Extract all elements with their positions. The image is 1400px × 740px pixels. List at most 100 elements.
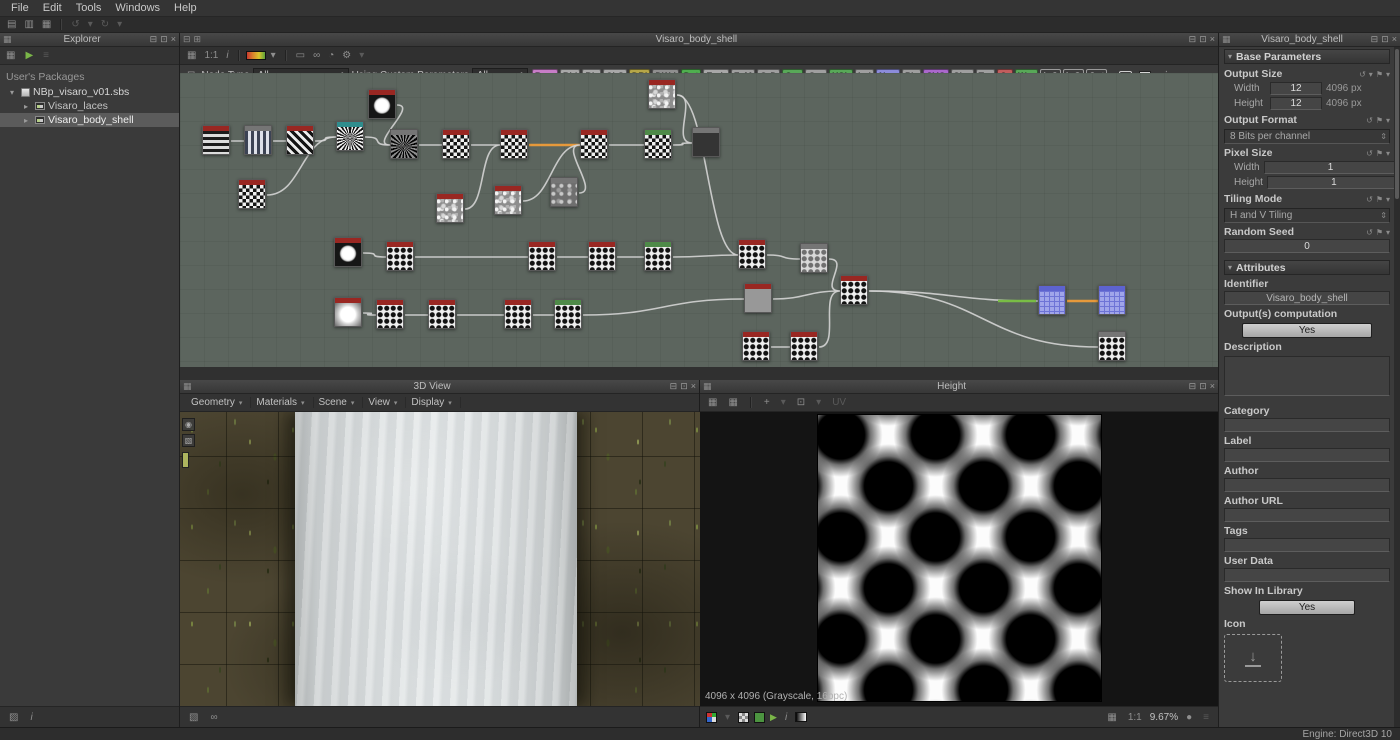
menu-help[interactable]: Help — [167, 1, 204, 15]
info-icon[interactable]: i — [782, 712, 790, 723]
dock-icon[interactable]: ⊟ — [1371, 34, 1379, 45]
dropdown-icon[interactable]: ▾ — [1386, 228, 1390, 237]
dock-icon[interactable]: ⊟ — [1189, 381, 1197, 392]
link-icon[interactable]: ∞ — [310, 50, 323, 61]
view-mode-icon[interactable]: ⊡ — [794, 397, 808, 408]
node-checker-e[interactable] — [238, 179, 266, 209]
expand-arrow-icon[interactable]: ▸ — [24, 116, 32, 125]
display-icon[interactable]: ▧ — [182, 434, 195, 447]
dock-icon[interactable]: ⊟ — [1189, 34, 1197, 45]
show-in-library-button[interactable]: Yes — [1259, 600, 1355, 615]
node-checker-diag[interactable] — [286, 125, 314, 155]
zoom-level[interactable]: 9.67% — [1150, 712, 1178, 723]
node-burst-1[interactable] — [336, 121, 364, 151]
identifier-input[interactable] — [1224, 291, 1390, 305]
dock-left-icon[interactable]: ⊟ — [183, 34, 191, 45]
close-icon[interactable]: × — [171, 34, 176, 45]
node-dots-1[interactable] — [386, 241, 414, 271]
node-dots-2[interactable] — [528, 241, 556, 271]
gear-dropdown-icon[interactable]: ▾ — [356, 50, 367, 61]
expand-arrow-icon[interactable]: ▸ — [24, 102, 32, 111]
channels-dropdown-icon[interactable]: ▾ — [722, 712, 733, 723]
dropdown-icon[interactable]: ▾ — [1386, 195, 1390, 204]
actual-size-button[interactable]: 1:1 — [1125, 712, 1145, 723]
tiling-mode-select[interactable]: H and V Tiling ⇕ — [1224, 208, 1390, 223]
explorer-link-icon[interactable]: ≡ — [40, 50, 52, 61]
menu-edit[interactable]: Edit — [36, 1, 69, 15]
node-shape-blob[interactable] — [334, 237, 362, 267]
node-levels-dark[interactable] — [692, 127, 720, 157]
frame-icon[interactable]: ▭ — [293, 50, 308, 61]
swatch-dropdown-icon[interactable]: ▾ — [268, 50, 279, 61]
label-input[interactable] — [1224, 448, 1390, 462]
undo-icon[interactable]: ↺ — [68, 19, 82, 30]
node-dots-10[interactable] — [554, 299, 582, 329]
menu3d-materials[interactable]: Materials▾ — [251, 397, 313, 408]
view2d-viewport[interactable]: 4096 x 4096 (Grayscale, 16bpc) — [700, 412, 1218, 706]
camera-icon[interactable]: ◉ — [182, 418, 195, 431]
function-icon[interactable]: ⚑ — [1376, 195, 1383, 204]
play-icon[interactable]: ▶ — [770, 712, 777, 723]
grid-snap-icon[interactable]: ▦ — [184, 50, 199, 61]
function-icon[interactable]: ⚑ — [1376, 228, 1383, 237]
node-dots-8[interactable] — [428, 299, 456, 329]
node-dots-11[interactable] — [840, 275, 868, 305]
menu3d-geometry[interactable]: Geometry▾ — [186, 397, 251, 408]
explorer-play-icon[interactable]: ▶ — [22, 50, 36, 61]
node-dots-7[interactable] — [376, 299, 404, 329]
move-dropdown-icon[interactable]: ▾ — [778, 397, 789, 408]
node-dots-4[interactable] — [644, 241, 672, 271]
view-dropdown-icon[interactable]: ▾ — [813, 397, 824, 408]
description-input[interactable] — [1224, 356, 1390, 396]
author-input[interactable] — [1224, 478, 1390, 492]
viewport-tab-marker[interactable] — [182, 452, 189, 468]
scrollbar-icon[interactable]: ≡ — [1200, 712, 1212, 723]
node-dots-13[interactable] — [790, 331, 818, 361]
dropdown-icon[interactable]: ▾ — [1369, 70, 1373, 79]
graph-tab-title[interactable]: Visaro_body_shell — [204, 34, 1189, 45]
tree-item-package[interactable]: ▾ NBp_visaro_v01.sbs — [0, 85, 179, 99]
section-attributes[interactable]: ▾ Attributes — [1224, 260, 1390, 275]
scene-icon[interactable]: ▧ — [186, 712, 201, 723]
dropdown-icon[interactable]: ▾ — [1386, 70, 1390, 79]
pixel-height-input[interactable] — [1267, 176, 1394, 189]
reset-icon[interactable]: ↺ — [1366, 116, 1373, 125]
node-output-a[interactable] — [1038, 285, 1066, 315]
node-noise-b[interactable] — [494, 185, 522, 215]
output-width-input[interactable] — [1270, 82, 1322, 95]
dock-split-icon[interactable]: ⊞ — [194, 34, 202, 45]
uv-toggle[interactable]: UV — [829, 397, 849, 408]
node-shape-round[interactable] — [334, 297, 362, 327]
link-icon[interactable]: ∞ — [207, 712, 220, 723]
node-checker-c[interactable] — [580, 129, 608, 159]
dropdown-icon[interactable]: ▾ — [1386, 149, 1390, 158]
move-tool-icon[interactable]: + — [761, 397, 773, 408]
node-checker-a[interactable] — [442, 129, 470, 159]
node-uniform-gray[interactable] — [744, 283, 772, 313]
menu3d-scene[interactable]: Scene▾ — [314, 397, 364, 408]
pseudo-color-swatch[interactable] — [246, 51, 266, 60]
node-shape-disc[interactable] — [368, 89, 396, 119]
node-dots-14[interactable] — [1098, 331, 1126, 361]
info-icon[interactable]: i — [27, 712, 35, 723]
node-dots-6[interactable] — [800, 243, 828, 273]
float-icon[interactable]: ⊡ — [1199, 34, 1207, 45]
redo-icon[interactable]: ↻ — [98, 19, 112, 30]
function-icon[interactable]: ⚑ — [1376, 70, 1383, 79]
fit-view-icon[interactable]: ▦ — [1104, 712, 1119, 723]
graph-canvas[interactable] — [180, 73, 1218, 367]
tiling-h-icon[interactable]: ▦ — [705, 397, 720, 408]
undo-dropdown-icon[interactable]: ▾ — [85, 19, 96, 30]
node-dots-5[interactable] — [738, 239, 766, 269]
timer-icon[interactable]: ◔ — [325, 50, 337, 61]
output-height-input[interactable] — [1270, 97, 1322, 110]
open-file-icon[interactable]: ▥ — [21, 19, 36, 30]
info-icon[interactable]: i — [223, 50, 231, 61]
new-file-icon[interactable]: ▤ — [4, 19, 19, 30]
node-checker-d[interactable] — [644, 129, 672, 159]
icon-drop-area[interactable]: ↓ — [1224, 634, 1282, 682]
node-output-b[interactable] — [1098, 285, 1126, 315]
menu-tools[interactable]: Tools — [69, 1, 109, 15]
reset-icon[interactable]: ↺ — [1359, 70, 1366, 79]
save-icon[interactable]: ▦ — [39, 19, 54, 30]
